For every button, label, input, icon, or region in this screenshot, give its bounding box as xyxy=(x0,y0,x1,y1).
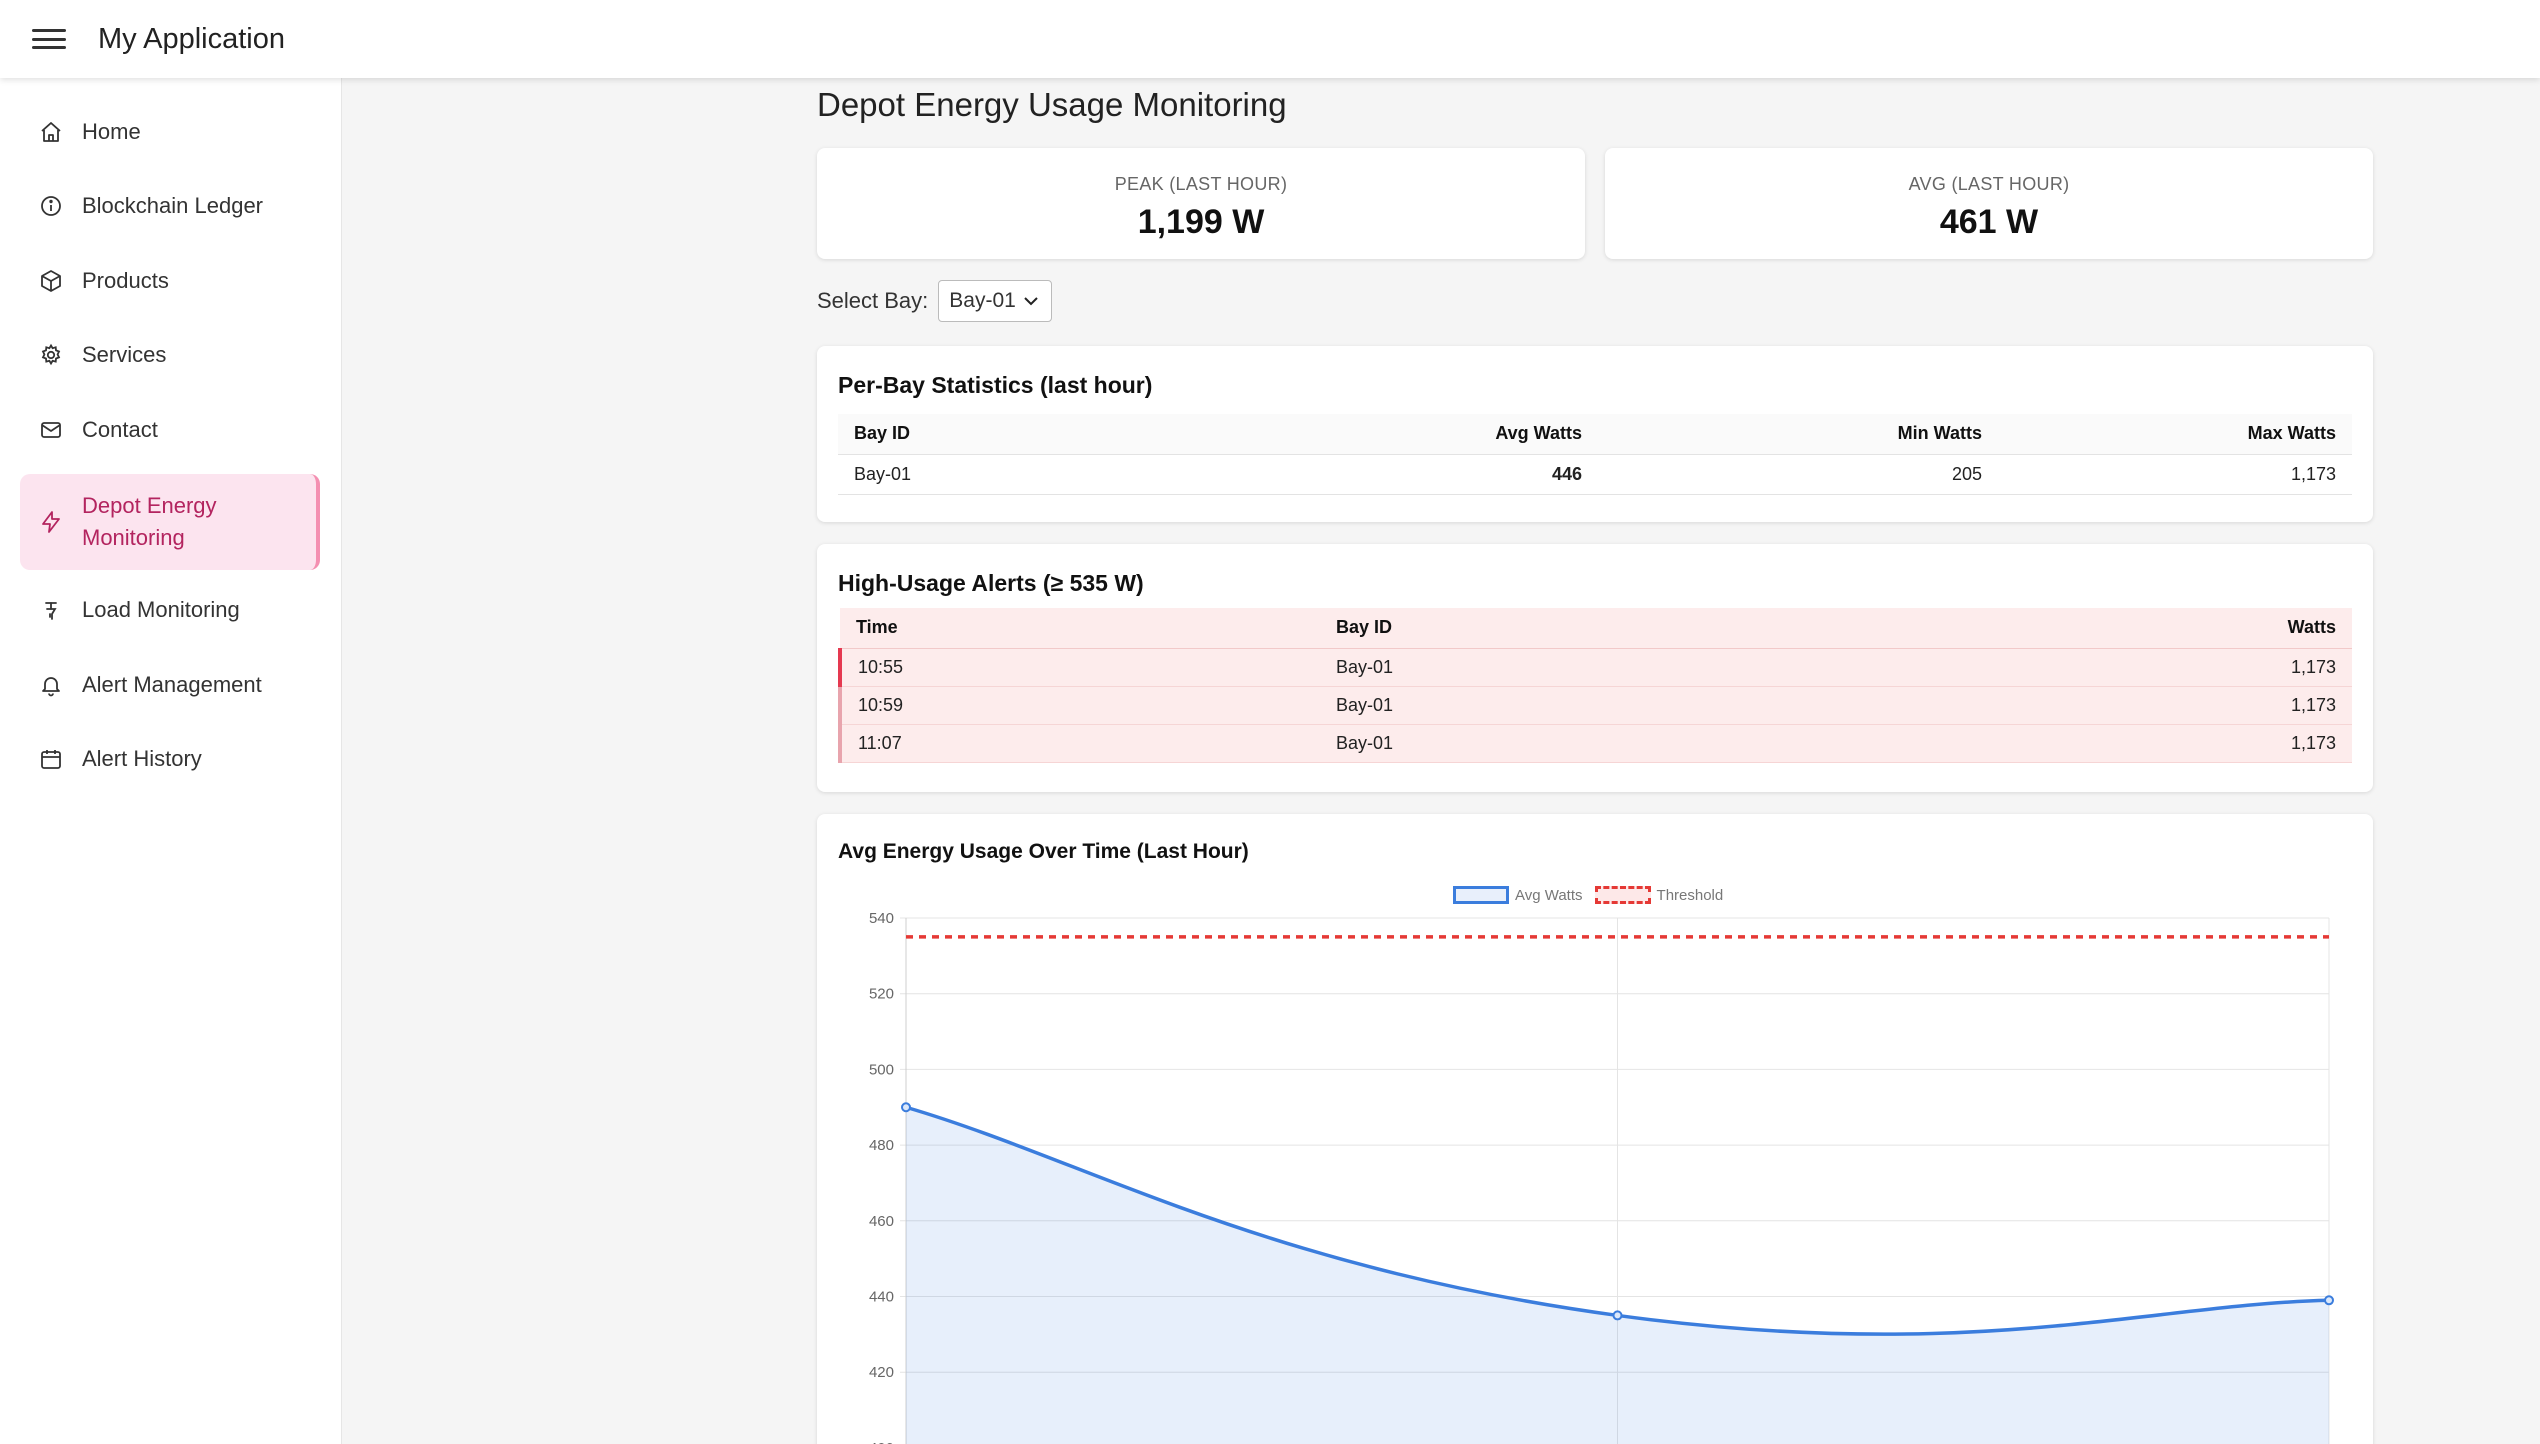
y-tick-label: 500 xyxy=(869,1061,894,1078)
kpi-label: AVG (LAST HOUR) xyxy=(1908,174,2070,194)
chevron-down-icon xyxy=(1021,291,1041,317)
mail-icon xyxy=(38,417,64,443)
sidebar-item-blockchain-ledger[interactable]: Blockchain Ledger xyxy=(20,176,320,236)
column-header: Time xyxy=(840,608,1320,649)
table-cell: 1,173 xyxy=(1998,454,2352,495)
chart-title: Avg Energy Usage Over Time (Last Hour) xyxy=(838,840,1249,863)
table-cell: 205 xyxy=(1598,454,1998,495)
table-cell: 10:59 xyxy=(838,686,1320,725)
sidebar-item-services[interactable]: Services xyxy=(20,325,320,385)
y-tick-label: 480 xyxy=(869,1137,894,1154)
hamburger-menu-icon[interactable] xyxy=(32,25,66,53)
column-header: Bay ID xyxy=(838,414,1218,455)
column-header: Max Watts xyxy=(1998,414,2352,455)
sidebar-item-label: Alert History xyxy=(82,746,202,771)
sidebar-item-label: Load Monitoring xyxy=(82,597,240,622)
table-header-row: Time Bay ID Watts xyxy=(840,608,2352,649)
app-title: My Application xyxy=(98,22,285,55)
sidebar-item-home[interactable]: Home xyxy=(20,102,320,162)
table-cell: Bay-01 xyxy=(1320,724,1800,763)
box-icon xyxy=(38,268,64,294)
avg-watts-line xyxy=(905,1105,2330,1336)
high-usage-alerts-card: High-Usage Alerts (≥ 535 W) Time Bay ID … xyxy=(817,544,2373,792)
chart-legend: Avg Watts Threshold xyxy=(1453,886,1723,904)
column-header: Bay ID xyxy=(1320,608,1800,649)
table-cell: 446 xyxy=(1218,454,1598,495)
sidebar-item-label: Depot Energy Monitoring xyxy=(82,493,217,550)
alerts-table: Time Bay ID Watts 10:55 Bay-01 1,173 10:… xyxy=(838,608,2352,763)
legend-label: Avg Watts xyxy=(1515,886,1583,904)
page-title: Depot Energy Usage Monitoring xyxy=(817,86,1287,123)
app-bar: My Application xyxy=(0,0,2540,78)
kpi-card-avg: AVG (LAST HOUR) 461 W xyxy=(1605,148,2373,259)
table-row: 10:59 Bay-01 1,173 xyxy=(838,686,2352,725)
avg-watts-point xyxy=(901,1102,911,1113)
table-cell: Bay-01 xyxy=(1320,648,1800,687)
sidebar-item-label: Products xyxy=(82,268,169,293)
y-tick-label: 420 xyxy=(869,1364,894,1381)
home-icon xyxy=(38,119,64,145)
bell-icon xyxy=(38,672,64,698)
column-header: Watts xyxy=(1800,608,2352,649)
table-row: Bay-01 446 205 1,173 xyxy=(838,454,2352,495)
stats-table: Bay ID Avg Watts Min Watts Max Watts Bay… xyxy=(838,414,2352,495)
sidebar-item-alert-history[interactable]: Alert History xyxy=(20,729,320,789)
sidebar: Home Blockchain Ledger Products Services… xyxy=(0,78,342,1444)
stats-title: Per-Bay Statistics (last hour) xyxy=(838,372,1153,398)
sidebar-item-label: Alert Management xyxy=(82,672,262,697)
kpi-value: 1,199 W xyxy=(1137,203,1265,241)
table-cell: 1,173 xyxy=(1800,724,2352,763)
lightning-icon xyxy=(38,509,64,535)
y-tick-label: 520 xyxy=(869,986,894,1003)
y-tick-label: 400 xyxy=(869,1440,894,1444)
table-cell: Bay-01 xyxy=(1320,686,1800,725)
plug-icon xyxy=(38,597,64,623)
kpi-value: 461 W xyxy=(1939,203,2039,241)
sidebar-item-depot-energy-monitoring[interactable]: Depot Energy Monitoring xyxy=(20,474,320,570)
table-cell: 1,173 xyxy=(1800,648,2352,687)
table-cell: Bay-01 xyxy=(838,454,1218,495)
table-header-row: Bay ID Avg Watts Min Watts Max Watts xyxy=(838,414,2352,455)
sidebar-item-label: Services xyxy=(82,342,167,367)
avg-watts-point xyxy=(2324,1295,2334,1306)
bay-select[interactable]: Bay-01 xyxy=(938,280,1053,322)
sidebar-item-contact[interactable]: Contact xyxy=(20,400,320,460)
bay-select-value: Bay-01 xyxy=(949,289,1016,312)
legend-label: Threshold xyxy=(1656,886,1724,904)
table-cell: 1,173 xyxy=(1800,686,2352,725)
energy-chart-card: Avg Energy Usage Over Time (Last Hour) A… xyxy=(817,814,2373,1444)
y-tick-label: 440 xyxy=(869,1289,894,1306)
avg-watts-point xyxy=(1612,1310,1623,1321)
table-cell: 11:07 xyxy=(838,724,1320,763)
alerts-title: High-Usage Alerts (≥ 535 W) xyxy=(838,570,1144,596)
avg-watts-area xyxy=(906,1107,2329,1444)
kpi-card-peak: PEAK (LAST HOUR) 1,199 W xyxy=(817,148,1585,259)
energy-line-chart: 400 420 440 460 480 500 520 540 xyxy=(869,910,2334,1444)
kpi-label: PEAK (LAST HOUR) xyxy=(1114,174,1288,194)
per-bay-stats-card: Per-Bay Statistics (last hour) Bay ID Av… xyxy=(817,346,2373,522)
sidebar-item-products[interactable]: Products xyxy=(20,251,320,311)
sidebar-item-label: Contact xyxy=(82,417,158,442)
bay-select-row: Select Bay: Bay-01 xyxy=(817,280,1053,322)
column-header: Min Watts xyxy=(1598,414,1998,455)
info-icon xyxy=(38,193,64,219)
gear-icon xyxy=(38,342,64,368)
legend-swatch-avg xyxy=(1453,886,1509,904)
bay-select-label: Select Bay: xyxy=(817,288,929,313)
sidebar-item-load-monitoring[interactable]: Load Monitoring xyxy=(20,580,320,640)
legend-swatch-threshold xyxy=(1594,886,1651,904)
calendar-icon xyxy=(38,746,64,772)
table-row: 11:07 Bay-01 1,173 xyxy=(838,724,2352,763)
table-cell: 10:55 xyxy=(838,648,1320,687)
table-row: 10:55 Bay-01 1,173 xyxy=(838,648,2352,687)
y-tick-label: 460 xyxy=(869,1213,894,1230)
y-tick-label: 540 xyxy=(869,910,894,927)
sidebar-item-label: Home xyxy=(82,119,141,144)
sidebar-item-alert-management[interactable]: Alert Management xyxy=(20,655,320,715)
column-header: Avg Watts xyxy=(1218,414,1598,455)
sidebar-item-label: Blockchain Ledger xyxy=(82,193,264,218)
